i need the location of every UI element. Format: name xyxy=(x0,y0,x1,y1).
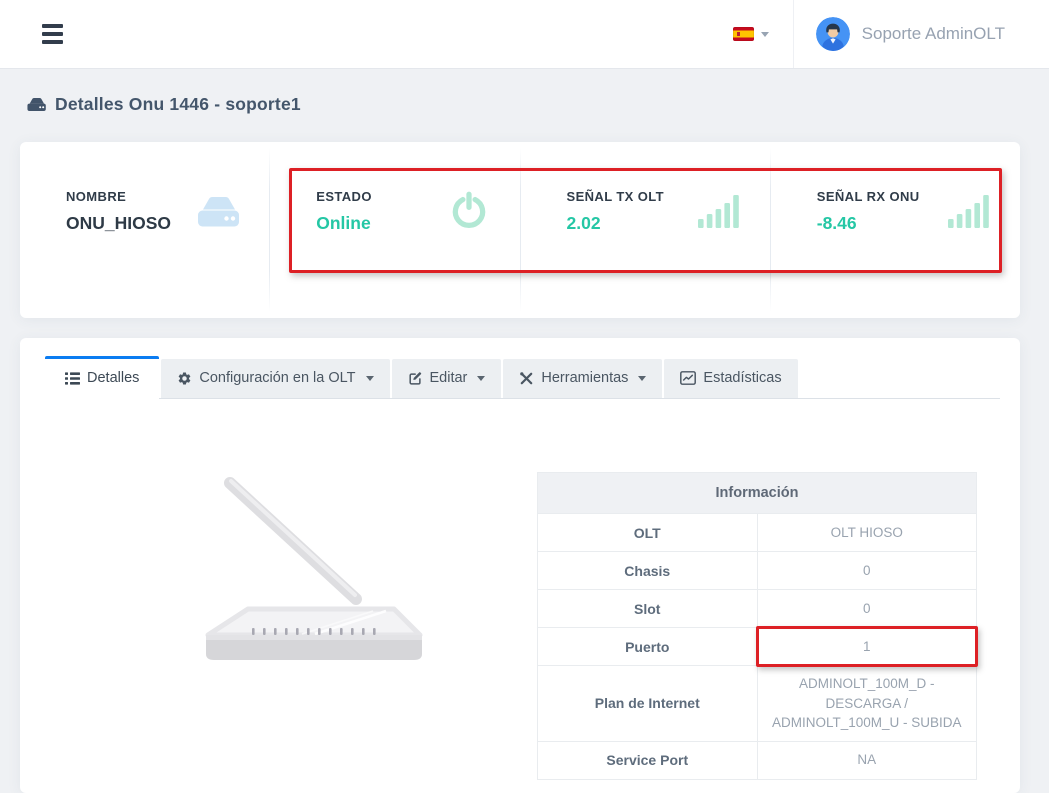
chevron-down-icon xyxy=(761,32,769,37)
table-row-plan-internet: Plan de Internet ADMINOLT_100M_D - DESCA… xyxy=(538,666,977,742)
stat-estado: ESTADO Online xyxy=(270,142,519,318)
info-table-header: Información xyxy=(538,473,977,514)
stat-senal-tx-value: 2.02 xyxy=(567,213,665,234)
table-row-chasis: Chasis 0 xyxy=(538,552,977,590)
tab-label: Configuración en la OLT xyxy=(199,370,355,386)
tab-detalles[interactable]: Detalles xyxy=(45,356,159,399)
onu-title-icon xyxy=(25,96,46,113)
tab-bar: Detalles Configuración en la OLT Editar xyxy=(45,352,1000,399)
row-label: Slot xyxy=(538,590,758,628)
table-row-puerto: Puerto 1 xyxy=(538,628,977,666)
tab-herramientas[interactable]: Herramientas xyxy=(503,359,662,398)
stat-senal-rx: SEÑAL RX ONU -8.46 xyxy=(771,142,1020,318)
stat-senal-tx: SEÑAL TX OLT 2.02 xyxy=(521,142,770,318)
user-menu[interactable]: Soporte AdminOLT xyxy=(793,0,1049,68)
avatar xyxy=(816,17,850,51)
row-label: Puerto xyxy=(538,628,758,666)
power-icon xyxy=(448,190,490,232)
page-title: Detalles Onu 1446 - soporte1 xyxy=(55,94,301,115)
tools-icon xyxy=(519,371,534,386)
onu-summary-card: NOMBRE ONU_HIOSO ESTADO Online SEÑAL xyxy=(20,142,1020,318)
row-label: Plan de Internet xyxy=(538,666,758,742)
row-label: Chasis xyxy=(538,552,758,590)
puerto-value: 1 xyxy=(863,639,871,654)
stat-estado-value: Online xyxy=(316,213,372,234)
stat-nombre: NOMBRE ONU_HIOSO xyxy=(20,142,269,318)
table-row-slot: Slot 0 xyxy=(538,590,977,628)
tab-label: Editar xyxy=(430,370,468,386)
info-table: Información OLT OLT HIOSO Chasis 0 Slot … xyxy=(537,472,977,780)
list-icon xyxy=(65,372,80,385)
tab-content-detalles: Información OLT OLT HIOSO Chasis 0 Slot … xyxy=(20,399,1020,779)
stat-senal-rx-value: -8.46 xyxy=(817,213,920,234)
language-selector[interactable] xyxy=(709,0,793,68)
row-label: OLT xyxy=(538,514,758,552)
top-navbar: Soporte AdminOLT xyxy=(0,0,1049,68)
details-card: Detalles Configuración en la OLT Editar xyxy=(20,338,1020,793)
tab-label: Estadísticas xyxy=(703,370,781,386)
chevron-down-icon xyxy=(477,376,485,381)
stat-nombre-value: ONU_HIOSO xyxy=(66,213,171,234)
tab-configuracion-olt[interactable]: Configuración en la OLT xyxy=(161,359,389,398)
tab-label: Herramientas xyxy=(541,370,628,386)
row-value: 0 xyxy=(757,590,977,628)
stat-senal-rx-label: SEÑAL RX ONU xyxy=(817,189,920,204)
edit-icon xyxy=(408,371,423,386)
table-row-olt: OLT OLT HIOSO xyxy=(538,514,977,552)
row-value: NA xyxy=(757,741,977,779)
table-row-service-port: Service Port NA xyxy=(538,741,977,779)
tab-estadisticas[interactable]: Estadísticas xyxy=(664,359,797,398)
signal-bars-icon xyxy=(698,194,740,228)
user-name: Soporte AdminOLT xyxy=(862,24,1005,44)
spain-flag-icon xyxy=(733,27,754,41)
row-value: ADMINOLT_100M_D - DESCARGA / ADMINOLT_10… xyxy=(757,666,977,742)
stat-nombre-label: NOMBRE xyxy=(66,189,171,204)
stat-senal-tx-label: SEÑAL TX OLT xyxy=(567,189,665,204)
stat-estado-label: ESTADO xyxy=(316,189,372,204)
breadcrumb-title: Detalles Onu 1446 - soporte1 xyxy=(25,94,301,115)
row-value: OLT HIOSO xyxy=(757,514,977,552)
tab-editar[interactable]: Editar xyxy=(392,359,502,398)
onu-product-image xyxy=(190,469,430,669)
chart-icon xyxy=(680,371,696,385)
device-icon xyxy=(193,192,239,230)
row-label: Service Port xyxy=(538,741,758,779)
signal-bars-icon xyxy=(948,194,990,228)
tab-label: Detalles xyxy=(87,370,139,386)
gear-icon xyxy=(177,371,192,386)
hamburger-menu-icon[interactable] xyxy=(38,20,67,48)
row-value: 1 xyxy=(757,628,977,666)
chevron-down-icon xyxy=(638,376,646,381)
chevron-down-icon xyxy=(366,376,374,381)
row-value: 0 xyxy=(757,552,977,590)
